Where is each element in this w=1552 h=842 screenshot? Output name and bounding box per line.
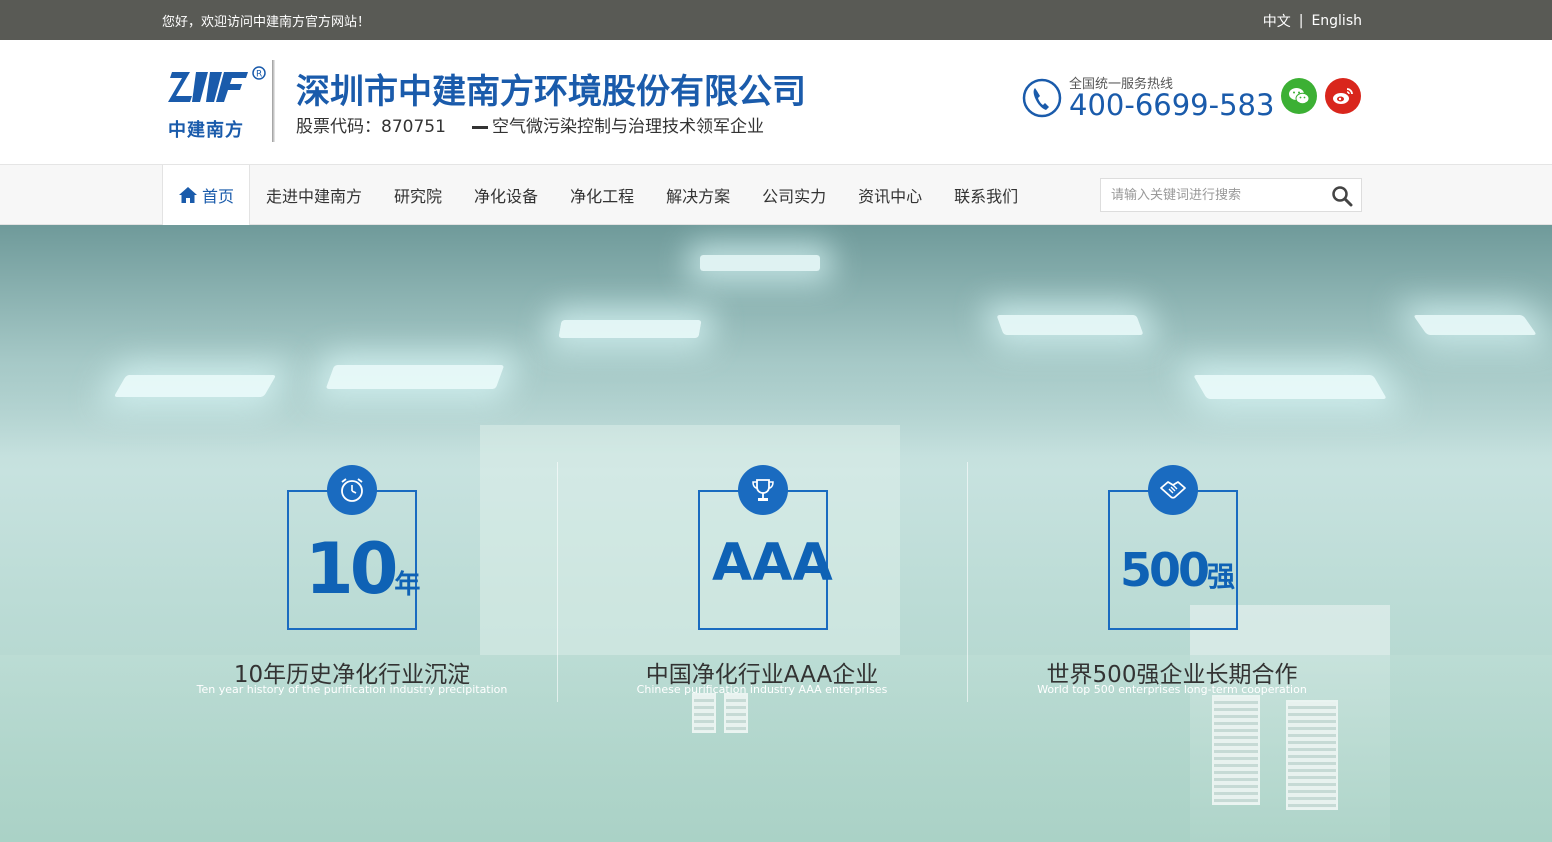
ceiling-light [558,320,702,338]
clock-badge [327,465,377,515]
site-header: R 中建南方 深圳市中建南方环境股份有限公司 股票代码：870751 空气微污染… [0,40,1552,165]
svg-text:R: R [256,70,262,80]
stat-value: 10年 [305,534,420,604]
wall-vent [1212,695,1260,805]
stock-code: 股票代码：870751 [296,117,446,137]
weibo-icon [1333,88,1353,104]
nav-items: 首页 走进中建南方 研究院 净化设备 净化工程 解决方案 公司实力 资讯中心 联… [162,165,1034,225]
nav-item-label: 净化工程 [570,187,635,206]
nav-item-label: 公司实力 [762,187,827,206]
nav-item-strength[interactable]: 公司实力 [746,165,842,225]
nav-item-label: 净化设备 [474,187,539,206]
stat-value: 500强 [1120,547,1235,593]
stat-unit: 年 [394,570,421,600]
nav-item-label: 走进中建南方 [266,187,363,206]
ceiling-light [700,255,820,271]
wechat-button[interactable] [1281,78,1317,114]
cleanroom-wall [480,425,900,655]
wall-vent [1286,700,1338,810]
nav-item-equipment[interactable]: 净化设备 [458,165,554,225]
stat-unit: 强 [1207,560,1236,593]
wechat-icon [1289,88,1310,105]
nav-item-home[interactable]: 首页 [162,165,251,225]
ceiling-light [996,315,1144,335]
search-input[interactable] [1101,179,1321,211]
top-bar: 您好，欢迎访问中建南方官方网站！ 中文 | English [0,0,1552,40]
nav-item-label: 资讯中心 [858,187,923,206]
ceiling-light [113,375,277,397]
stat-subtitle: World top 500 enterprises long-term coop… [1037,683,1307,696]
ceiling-light [1193,375,1387,399]
logo-divider [272,60,275,142]
slogan-dash [472,125,488,129]
wall-vent [724,693,748,733]
company-name: 深圳市中建南方环境股份有限公司 [296,72,806,112]
clock-icon [341,478,363,502]
nav-item-about[interactable]: 走进中建南方 [250,165,378,225]
lang-separator: | [1298,13,1304,29]
stat-number: 10 [305,528,398,610]
handshake-icon [1160,481,1186,499]
search-box [1100,178,1362,212]
trophy-badge [738,465,788,515]
company-logo[interactable]: R 中建南方 [166,64,268,144]
ceiling-light [325,365,505,389]
stat-subtitle: Ten year history of the purification ind… [196,683,508,696]
phone-icon [1022,76,1062,120]
stat-number: AAA [712,533,833,593]
stat-subtitle: Chinese purification industry AAA enterp… [636,683,888,696]
lang-english-link[interactable]: English [1311,13,1362,29]
handshake-badge [1148,465,1198,515]
nav-item-label: 首页 [202,187,235,206]
greeting-text: 您好，欢迎访问中建南方官方网站！ [162,15,371,30]
nav-item-label: 研究院 [394,187,443,206]
nav-item-solutions[interactable]: 解决方案 [650,165,746,225]
hotline-number: 400-6699-583 [1069,88,1275,122]
search-icon [1332,186,1353,207]
trophy-icon [752,479,774,501]
nav-item-research[interactable]: 研究院 [378,165,458,225]
language-switcher: 中文 | English [1263,11,1362,31]
logo-text: 中建南方 [168,120,244,141]
nav-item-engineering[interactable]: 净化工程 [554,165,650,225]
nav-item-label: 联系我们 [954,187,1019,206]
stat-value: AAA [712,537,833,589]
search-button[interactable] [1331,185,1353,207]
slogan: 空气微污染控制与治理技术领军企业 [472,112,764,137]
weibo-button[interactable] [1325,78,1361,114]
nav-item-contact[interactable]: 联系我们 [938,165,1034,225]
lang-chinese-link[interactable]: 中文 [1263,11,1291,31]
nav-item-news[interactable]: 资讯中心 [842,165,938,225]
nav-item-label: 解决方案 [666,187,731,206]
stat-number: 500 [1120,543,1210,597]
home-icon [179,187,197,203]
wall-vent [692,693,716,733]
main-nav: 首页 走进中建南方 研究院 净化设备 净化工程 解决方案 公司实力 资讯中心 联… [0,165,1552,225]
ceiling-light [1412,315,1538,335]
slogan-text: 空气微污染控制与治理技术领军企业 [492,117,764,137]
hero-banner: 10年 10年历史净化行业沉淀 Ten year history of the … [0,225,1552,842]
